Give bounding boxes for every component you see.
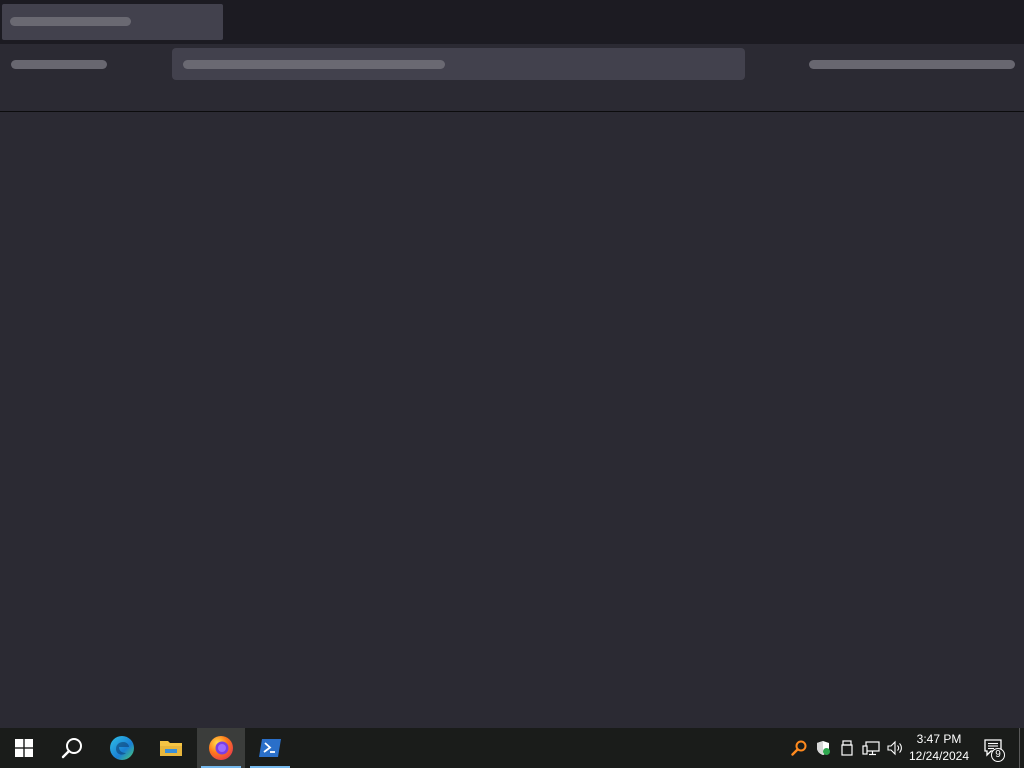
search-button[interactable] bbox=[48, 728, 96, 768]
search-icon bbox=[61, 738, 82, 759]
url-text-placeholder bbox=[183, 60, 445, 69]
tray-network[interactable] bbox=[860, 728, 882, 768]
show-desktop-button[interactable] bbox=[1019, 728, 1020, 768]
tray-security[interactable] bbox=[812, 728, 834, 768]
edge-icon bbox=[110, 736, 134, 760]
clock-date: 12/24/2024 bbox=[908, 749, 970, 763]
search-magnifier-icon bbox=[791, 740, 807, 756]
browser-window bbox=[0, 0, 1024, 728]
edge-button[interactable] bbox=[98, 728, 146, 768]
volume-icon bbox=[887, 740, 902, 756]
nav-buttons-placeholder bbox=[11, 60, 107, 69]
usb-drive-icon bbox=[841, 740, 853, 756]
url-bar[interactable] bbox=[172, 48, 745, 80]
powershell-button[interactable] bbox=[246, 728, 294, 768]
tray-search-app[interactable] bbox=[788, 728, 810, 768]
notification-count-badge: 9 bbox=[991, 748, 1005, 762]
windows-logo-icon bbox=[15, 739, 33, 757]
tray-usb[interactable] bbox=[836, 728, 858, 768]
firefox-button[interactable] bbox=[197, 728, 245, 768]
firefox-icon bbox=[209, 736, 233, 760]
taskbar: 3:47 PM 12/24/2024 bbox=[0, 728, 1024, 768]
tray-volume[interactable] bbox=[884, 728, 906, 768]
tab-active[interactable] bbox=[2, 4, 223, 40]
tab-strip bbox=[0, 0, 1024, 44]
powershell-icon bbox=[259, 739, 281, 757]
tab-title-placeholder bbox=[10, 17, 131, 26]
navigation-toolbar bbox=[0, 44, 1024, 112]
security-shield-icon bbox=[817, 741, 830, 755]
file-explorer-button[interactable] bbox=[147, 728, 195, 768]
folder-icon bbox=[160, 741, 182, 756]
clock-time: 3:47 PM bbox=[916, 732, 962, 746]
network-icon bbox=[862, 741, 880, 756]
start-button[interactable] bbox=[0, 728, 48, 768]
tray-clock[interactable]: 3:47 PM 12/24/2024 bbox=[906, 728, 972, 768]
toolbar-icons-placeholder bbox=[809, 60, 1015, 69]
page-content bbox=[0, 113, 1024, 728]
